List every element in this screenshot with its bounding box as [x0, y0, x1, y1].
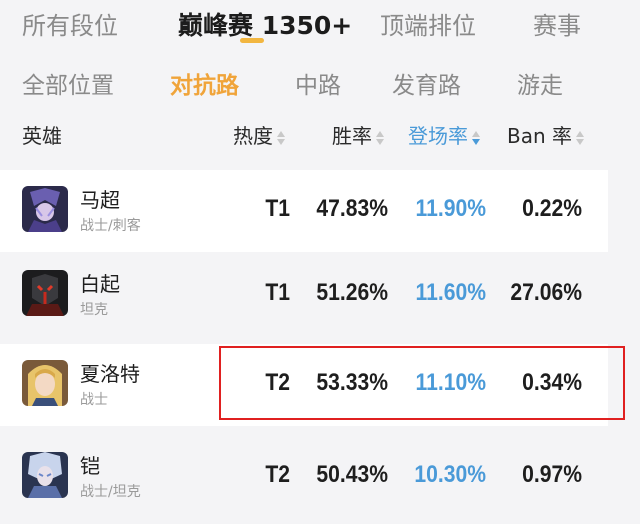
tab-tournament[interactable]: 赛事: [533, 6, 581, 41]
pick-rate: 11.60%: [415, 279, 486, 306]
tab-farm-lane[interactable]: 发育路: [392, 66, 461, 100]
hero-avatar-baiqi: [22, 270, 68, 316]
hero-role: 坦克: [80, 302, 108, 318]
sort-desc-icon: [472, 130, 481, 146]
header-heat-label: 热度: [233, 124, 273, 148]
tab-top-ranked[interactable]: 顶端排位: [380, 6, 476, 41]
header-hero: 英雄: [22, 124, 62, 148]
heat-tier: T1: [265, 195, 290, 222]
pick-rate: 11.90%: [415, 195, 486, 222]
hero-name: 马超: [80, 188, 120, 212]
highlight-box: [219, 346, 625, 420]
win-rate: 51.26%: [316, 279, 388, 306]
hero-name: 铠: [80, 454, 100, 478]
header-ban-rate[interactable]: Ban 率: [507, 120, 585, 149]
tab-all-ranks[interactable]: 所有段位: [22, 6, 118, 41]
sort-icon: [277, 130, 286, 146]
active-tab-indicator: [240, 38, 264, 43]
position-tabs: 全部位置 对抗路 中路 发育路 游走: [0, 56, 640, 108]
hero-avatar-machao: [22, 186, 68, 232]
table-row[interactable]: 马超 战士/刺客 T1 47.83% 11.90% 0.22%: [0, 170, 608, 252]
hero-role: 战士/刺客: [80, 218, 141, 234]
hero-role: 战士/坦克: [80, 484, 141, 500]
header-ban-rate-label: Ban 率: [507, 124, 573, 148]
pick-rate: 10.30%: [414, 461, 486, 488]
hero-name: 白起: [80, 272, 120, 296]
header-pick-rate[interactable]: 登场率: [408, 120, 481, 149]
hero-name: 夏洛特: [80, 362, 140, 386]
heat-tier: T2: [265, 461, 290, 488]
sort-icon: [576, 130, 585, 146]
table-row[interactable]: 铠 战士/坦克 T2 50.43% 10.30% 0.97%: [0, 436, 608, 518]
tab-mid-lane[interactable]: 中路: [295, 66, 341, 100]
header-win-rate-label: 胜率: [332, 124, 372, 148]
ban-rate: 0.22%: [522, 195, 582, 222]
sort-icon: [376, 130, 385, 146]
win-rate: 47.83%: [316, 195, 388, 222]
heat-tier: T1: [265, 279, 290, 306]
table-header: 英雄 热度 胜率 登场率 Ban 率: [0, 110, 640, 158]
tab-clash-lane[interactable]: 对抗路: [170, 66, 239, 100]
hero-avatar-kai: [22, 452, 68, 498]
ban-rate: 0.97%: [522, 461, 582, 488]
win-rate: 50.43%: [316, 461, 388, 488]
tab-roam[interactable]: 游走: [517, 66, 563, 100]
table-row[interactable]: 白起 坦克 T1 51.26% 11.60% 27.06%: [0, 254, 608, 336]
header-heat[interactable]: 热度: [233, 120, 286, 149]
header-win-rate[interactable]: 胜率: [332, 120, 385, 149]
rank-tabs: 所有段位 巅峰赛 1350+ 顶端排位 赛事: [0, 0, 640, 50]
ban-rate: 27.06%: [510, 279, 582, 306]
tab-peak-match[interactable]: 巅峰赛 1350+: [178, 6, 352, 42]
header-pick-rate-label: 登场率: [408, 124, 468, 148]
hero-avatar-charlotte: [22, 360, 68, 406]
hero-role: 战士: [80, 392, 108, 408]
tab-all-positions[interactable]: 全部位置: [22, 66, 114, 100]
